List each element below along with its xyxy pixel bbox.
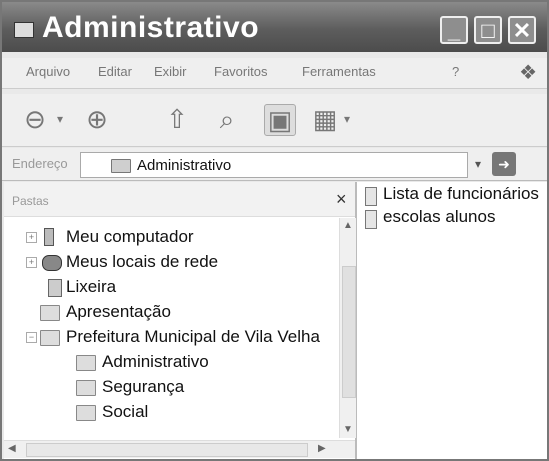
horizontal-scrollbar[interactable]: ◀ ▶ bbox=[4, 440, 355, 458]
views-dropdown-icon[interactable]: ▾ bbox=[340, 104, 354, 134]
folder-icon bbox=[40, 330, 60, 346]
folder-icon bbox=[76, 380, 96, 396]
tree-item-label: Apresentação bbox=[66, 302, 171, 321]
recycle-bin-icon bbox=[48, 279, 62, 297]
collapse-icon[interactable]: − bbox=[26, 332, 37, 343]
menu-bar: Arquivo Editar Exibir Favoritos Ferramen… bbox=[2, 58, 547, 89]
expand-icon[interactable]: + bbox=[26, 232, 37, 243]
file-name: Lista de funcionários bbox=[383, 184, 539, 203]
window-title: Administrativo bbox=[42, 11, 260, 44]
file-name: escolas alunos bbox=[383, 207, 496, 226]
scroll-up-icon[interactable]: ▲ bbox=[343, 220, 353, 231]
tree-item-label: Lixeira bbox=[66, 277, 117, 296]
search-icon[interactable]: ⌕ bbox=[212, 104, 242, 134]
folder-icon bbox=[40, 305, 60, 321]
views-icon[interactable]: ▦ bbox=[310, 104, 340, 134]
menu-arquivo[interactable]: Arquivo bbox=[26, 64, 70, 79]
vertical-scrollbar[interactable]: ▲ ▼ bbox=[339, 218, 356, 438]
tree-item-lixeira[interactable]: Lixeira bbox=[26, 277, 336, 299]
folder-icon bbox=[111, 159, 131, 173]
computer-icon bbox=[44, 228, 54, 246]
close-button[interactable]: ✕ bbox=[508, 16, 536, 44]
menu-ferramentas[interactable]: Ferramentas bbox=[302, 64, 376, 79]
address-value: Administrativo bbox=[137, 157, 232, 174]
minimize-button[interactable]: _ bbox=[440, 16, 468, 44]
menu-help[interactable]: ? bbox=[452, 64, 459, 79]
tree-item-label: Administrativo bbox=[102, 352, 209, 371]
scroll-left-icon[interactable]: ◀ bbox=[8, 443, 16, 454]
tree-item-label: Meu computador bbox=[66, 227, 194, 246]
tree-item-label: Prefeitura Municipal de Vila Velha bbox=[66, 327, 320, 346]
address-input[interactable]: Administrativo bbox=[80, 152, 468, 178]
explorer-window: Administrativo _ □ ✕ Arquivo Editar Exib… bbox=[0, 0, 549, 461]
file-item[interactable]: escolas alunos bbox=[365, 207, 547, 231]
address-bar: Endereço Administrativo ▾ ➜ bbox=[2, 148, 547, 181]
tree-item-label: Social bbox=[102, 402, 149, 421]
scroll-right-icon[interactable]: ▶ bbox=[318, 443, 326, 454]
back-dropdown-icon[interactable]: ▾ bbox=[52, 104, 68, 134]
folders-pane-header: Pastas × bbox=[4, 182, 355, 217]
folders-pane: Pastas × + Meu computador + Meus locais … bbox=[4, 182, 357, 459]
tree-item-prefeitura[interactable]: − Prefeitura Municipal de Vila Velha bbox=[26, 327, 336, 349]
menu-exibir[interactable]: Exibir bbox=[154, 64, 187, 79]
folders-pane-title: Pastas bbox=[12, 194, 49, 208]
windows-logo-icon: ❖ bbox=[519, 62, 537, 84]
folder-icon bbox=[76, 405, 96, 421]
expand-icon[interactable]: + bbox=[26, 257, 37, 268]
vertical-scroll-thumb[interactable] bbox=[342, 266, 356, 398]
folder-icon bbox=[14, 22, 34, 38]
file-item[interactable]: Lista de funcionários bbox=[365, 184, 547, 208]
menu-editar[interactable]: Editar bbox=[98, 64, 132, 79]
document-icon bbox=[365, 210, 377, 229]
file-list: Lista de funcionários escolas alunos bbox=[357, 182, 547, 459]
tree-item-social[interactable]: Social bbox=[76, 402, 336, 424]
tree-item-meu-computador[interactable]: + Meu computador bbox=[26, 227, 336, 249]
tree-item-label: Meus locais de rede bbox=[66, 252, 219, 271]
address-dropdown-icon[interactable]: ▾ bbox=[469, 153, 487, 175]
scroll-down-icon[interactable]: ▼ bbox=[343, 424, 353, 435]
tree-item-apresentacao[interactable]: Apresentação bbox=[26, 302, 336, 324]
address-label: Endereço bbox=[12, 156, 68, 171]
horizontal-scroll-thumb[interactable] bbox=[26, 443, 308, 457]
folders-icon[interactable]: ▣ bbox=[264, 104, 296, 136]
forward-icon[interactable]: ⊕ bbox=[82, 104, 112, 134]
tree-item-administrativo[interactable]: Administrativo bbox=[76, 352, 336, 374]
menu-favoritos[interactable]: Favoritos bbox=[214, 64, 267, 79]
up-folder-icon[interactable]: ⇧ bbox=[162, 104, 192, 134]
go-button[interactable]: ➜ bbox=[492, 152, 516, 176]
title-bar[interactable]: Administrativo _ □ ✕ bbox=[2, 2, 547, 52]
document-icon bbox=[365, 187, 377, 206]
tree-item-meus-locais-de-rede[interactable]: + Meus locais de rede bbox=[26, 252, 336, 274]
close-pane-icon[interactable]: × bbox=[336, 189, 347, 210]
folder-icon bbox=[76, 355, 96, 371]
back-icon[interactable]: ⊖ bbox=[20, 104, 50, 134]
maximize-button[interactable]: □ bbox=[474, 16, 502, 44]
toolbar: ⊖ ▾ ⊕ ⇧ ⌕ ▣ ▦ ▾ bbox=[2, 94, 547, 147]
tree-item-seguranca[interactable]: Segurança bbox=[76, 377, 336, 399]
tree-item-label: Segurança bbox=[102, 377, 185, 396]
network-icon bbox=[42, 255, 62, 271]
